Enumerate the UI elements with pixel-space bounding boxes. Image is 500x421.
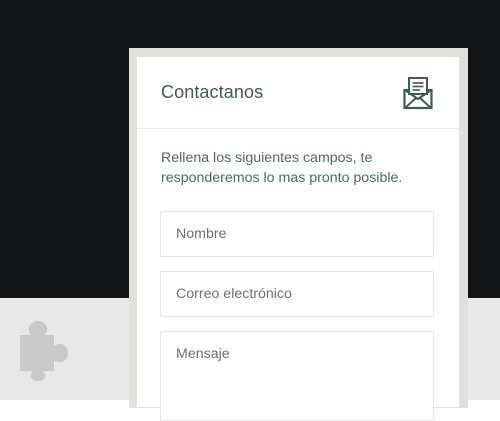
- contact-panel-header: Contactanos: [137, 57, 459, 129]
- message-textarea[interactable]: [160, 331, 434, 421]
- email-input[interactable]: [160, 271, 434, 317]
- panel-title: Contactanos: [161, 82, 264, 102]
- intro-text: Rellena los siguientes campos, te respon…: [161, 150, 403, 186]
- puzzle-piece-icon: [20, 321, 68, 381]
- envelope-letter-icon: [403, 77, 433, 110]
- name-input[interactable]: [160, 211, 434, 257]
- contact-panel: Contactanos Rellena los siguientes campo…: [137, 57, 459, 421]
